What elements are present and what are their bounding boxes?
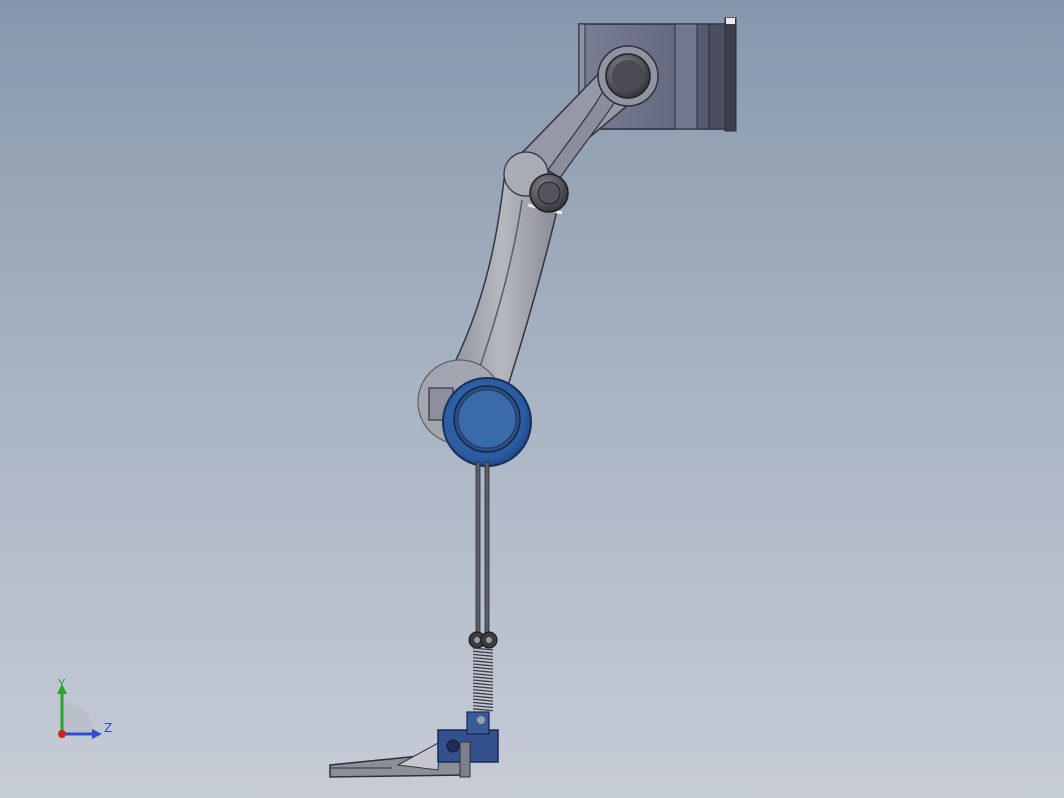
- foot-plate[interactable]: [329, 711, 499, 778]
- hip-pin[interactable]: [597, 45, 659, 107]
- spring-coil: [472, 666, 494, 670]
- z-axis-label: Z: [104, 721, 112, 735]
- spring-coil: [472, 669, 494, 673]
- x-axis-dot: [58, 730, 66, 738]
- model-graphics-area[interactable]: [0, 0, 1064, 798]
- ankle-spring[interactable]: [468, 631, 498, 712]
- spring-coil: [472, 653, 494, 657]
- spring-coil: [472, 656, 494, 661]
- spring-coil: [472, 688, 494, 693]
- spring-coil: [472, 663, 494, 667]
- spring-coil: [472, 692, 494, 696]
- orientation-triad: Y Z: [57, 677, 112, 739]
- spring-coil: [472, 676, 494, 680]
- y-axis-label: Y: [57, 677, 66, 691]
- thigh-pin[interactable]: [529, 173, 569, 213]
- spring-coil: [472, 695, 494, 699]
- spring-coil: [472, 682, 494, 686]
- spring-coil: [472, 698, 494, 702]
- 3d-viewport[interactable]: Y Z: [0, 0, 1064, 798]
- spring-coil: [472, 685, 494, 689]
- z-arrowhead: [92, 729, 102, 739]
- shank-rods[interactable]: [475, 461, 490, 635]
- spring-coil: [472, 679, 494, 683]
- spring-coil: [472, 708, 494, 712]
- spring-coil: [472, 701, 494, 705]
- triad-plane: [62, 702, 94, 734]
- spring-coil: [472, 672, 494, 677]
- knee-joint[interactable]: [417, 359, 532, 467]
- spring-coil: [472, 660, 494, 664]
- spring-coil: [472, 650, 494, 654]
- spring-coil: [472, 704, 494, 709]
